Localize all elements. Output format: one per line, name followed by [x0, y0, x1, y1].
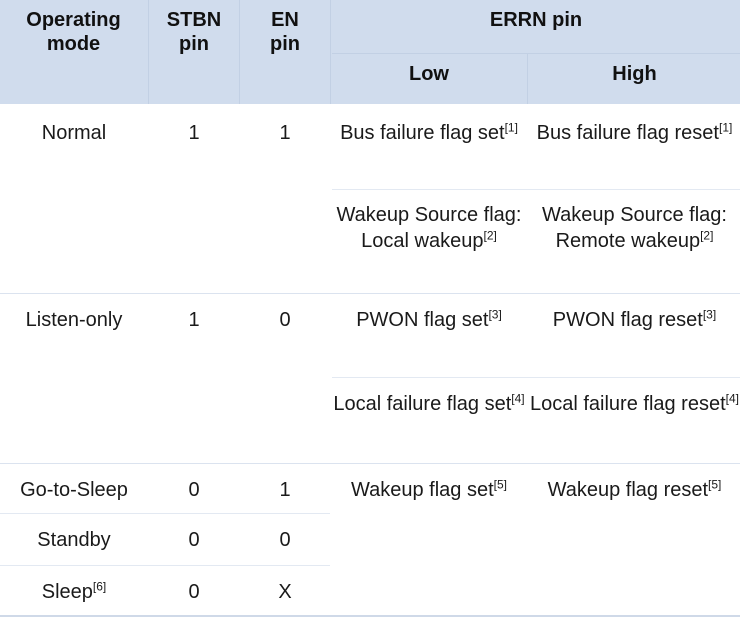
cell-mode-go-to-sleep: Go-to-Sleep — [20, 479, 128, 501]
header-stbn-line1: STBN — [166, 9, 222, 31]
row-rule — [0, 293, 740, 294]
cell-low-normal: Bus failure flag set[1] — [332, 120, 526, 146]
cell-high-wakeup-source: Wakeup Source flag: Remote wakeup[2] — [529, 202, 740, 255]
cell-en-go-to-sleep: 1 — [279, 479, 291, 501]
table-row: Listen-only — [0, 307, 148, 333]
footnote-ref: [3] — [702, 307, 717, 322]
header-en-pin: EN pin — [241, 8, 329, 104]
cell-low-pwon-text: PWON flag set — [356, 309, 489, 331]
row-rule — [0, 513, 330, 514]
operating-mode-table: Operating mode STBN pin EN pin ERRN pin … — [0, 0, 740, 627]
cell-high-pwon-text: PWON flag reset — [552, 309, 703, 331]
header-operating-mode: Operating mode — [0, 8, 147, 104]
footnote-ref: [2] — [483, 228, 497, 243]
cell-en-standby: 0 — [279, 529, 291, 551]
cell-stbn-standby: 0 — [188, 529, 200, 551]
footnote-ref: [6] — [92, 579, 107, 594]
cell-low-wakeup-flag-text: Wakeup flag set — [350, 479, 494, 501]
cell-high-wakeup-flag: Wakeup flag reset[5] — [529, 477, 740, 503]
cell-high-pwon: PWON flag reset[3] — [529, 307, 740, 333]
cell-mode-listen-only: Listen-only — [25, 309, 123, 331]
footnote-ref: [5] — [708, 477, 722, 492]
cell-mode-sleep: Sleep — [41, 581, 93, 603]
footnote-ref: [1] — [504, 120, 518, 135]
footnote-ref: [4] — [725, 391, 739, 406]
cell-en-normal: 1 — [279, 122, 291, 144]
cell-stbn-listen-only: 1 — [188, 309, 200, 331]
header-divider-2 — [239, 0, 240, 104]
footnote-ref: [2] — [700, 228, 714, 243]
cell-stbn-normal: 1 — [188, 122, 200, 144]
table-row: Normal — [0, 120, 148, 146]
cell-low-local-failure-text: Local failure flag set — [333, 393, 512, 415]
cell-stbn-go-to-sleep: 0 — [188, 479, 200, 501]
header-errn-low: Low — [409, 63, 449, 85]
cell-low-wakeup-flag: Wakeup flag set[5] — [332, 477, 526, 503]
cell-mode-standby: Standby — [37, 529, 111, 551]
footnote-ref: [4] — [511, 391, 525, 406]
cell-high-normal: Bus failure flag reset[1] — [529, 120, 740, 146]
footnote-ref: [5] — [493, 477, 507, 492]
header-divider-1 — [148, 0, 149, 104]
cell-en-listen-only: 0 — [279, 309, 291, 331]
row-rule — [0, 565, 330, 566]
table-row: Standby — [0, 527, 148, 553]
table-header: Operating mode STBN pin EN pin ERRN pin … — [0, 0, 740, 104]
header-en-line1: EN — [271, 9, 299, 31]
cell-high-wakeup-flag-text: Wakeup flag reset — [547, 479, 709, 501]
header-divider-low-high — [527, 54, 528, 104]
cell-high-normal-text: Bus failure flag reset — [536, 122, 719, 144]
header-errn-high: High — [612, 63, 657, 85]
cell-high-local-failure-text: Local failure flag reset — [529, 393, 726, 415]
cell-low-wakeup-source: Wakeup Source flag: Local wakeup[2] — [332, 202, 526, 255]
cell-low-local-failure: Local failure flag set[4] — [332, 391, 526, 417]
row-rule — [332, 377, 740, 378]
cell-mode-normal: Normal — [41, 122, 107, 144]
table-row: Sleep[6] — [0, 579, 148, 605]
footnote-ref: [3] — [488, 307, 502, 322]
footnote-ref: [1] — [718, 120, 733, 135]
header-divider-3 — [330, 0, 331, 104]
row-rule — [0, 463, 740, 464]
table-row: Go-to-Sleep — [0, 477, 148, 503]
cell-high-local-failure: Local failure flag reset[4] — [529, 391, 740, 417]
cell-low-normal-text: Bus failure flag set — [340, 122, 505, 144]
cell-low-pwon: PWON flag set[3] — [332, 307, 526, 333]
header-operating-mode-line2: mode — [46, 33, 101, 56]
table-bottom-border — [0, 615, 740, 617]
header-stbn-line2: pin — [178, 33, 209, 56]
header-stbn-pin: STBN pin — [150, 8, 238, 104]
cell-stbn-sleep: 0 — [188, 581, 200, 603]
header-errn-pin: ERRN pin — [489, 9, 583, 31]
cell-en-sleep: X — [278, 581, 292, 603]
row-rule — [332, 189, 740, 190]
header-operating-mode-line1: Operating — [26, 9, 121, 31]
header-divider-errn-sub — [332, 53, 740, 54]
header-en-line2: pin — [270, 33, 300, 56]
